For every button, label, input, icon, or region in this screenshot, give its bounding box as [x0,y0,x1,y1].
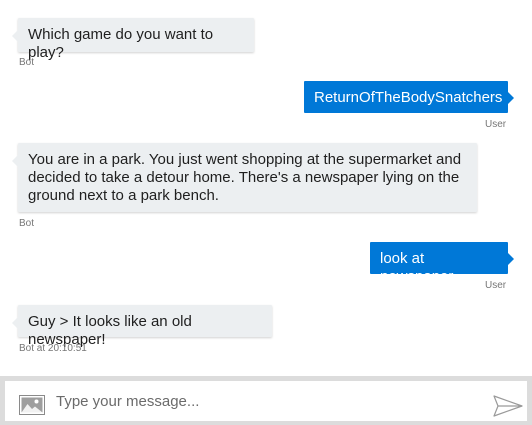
bot-message-bubble: You are in a park. You just went shoppin… [12,143,477,212]
message-sender-label: Bot [19,57,35,68]
message-timestamp: Bot at 20:10:51 [19,343,87,354]
image-upload-icon-graphic [19,395,45,415]
user-message: ReturnOfTheBodySnatchers [304,81,514,113]
message-sender-label: User [485,280,507,291]
composer-bar [0,376,532,425]
user-message-bubble: ReturnOfTheBodySnatchers [304,81,514,113]
send-icon-graphic [493,395,523,417]
image-upload-icon[interactable] [19,395,45,415]
message-sender-label: User [485,119,507,130]
bot-message-bubble: Guy > It looks like an old newspaper! [12,305,272,348]
bot-message-bubble: Which game do you want to play? [12,18,254,61]
chat-history: Which game do you want to play? Bot Retu… [0,0,532,376]
send-icon[interactable] [493,395,523,417]
composer-box [5,381,527,421]
message-sender-label: Bot [19,218,35,229]
bot-message: Which game do you want to play? [12,18,254,62]
bot-message: You are in a park. You just went shoppin… [12,143,477,212]
user-message-bubble: look at newspaper [370,242,514,285]
message-input[interactable] [56,389,476,413]
